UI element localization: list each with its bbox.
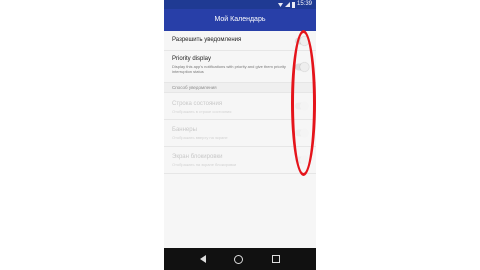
- setting-description: Display this app's notifications with pr…: [172, 64, 286, 74]
- wifi-icon: [277, 3, 283, 7]
- setting-allow-notifications[interactable]: Разрешить уведомления: [164, 31, 316, 51]
- setting-title: Строка состояния: [172, 101, 223, 107]
- setting-description: Отображать на экране блокировки: [172, 162, 237, 167]
- setting-title: Баннеры: [172, 127, 197, 133]
- battery-icon: [291, 1, 295, 8]
- red-annotation-ellipse: [291, 30, 316, 176]
- status-bar: 15:39: [164, 0, 316, 9]
- navigation-bar: [164, 248, 316, 270]
- status-time: 15:39: [296, 1, 312, 7]
- setting-title: Экран блокировки: [172, 154, 223, 160]
- home-icon[interactable]: [234, 254, 244, 264]
- page-title: Мой Календарь: [214, 16, 266, 23]
- signal-icon: [284, 2, 290, 7]
- app-bar: Мой Календарь: [164, 9, 316, 31]
- back-icon[interactable]: [200, 255, 207, 263]
- setting-title: Разрешить уведомления: [172, 37, 242, 43]
- setting-description: Отображать в строке состояния: [172, 109, 232, 114]
- setting-title: Priority display: [172, 56, 212, 62]
- status-icons: 15:39: [277, 0, 312, 9]
- setting-description: Отображать вверху на экране: [172, 135, 228, 140]
- recent-apps-icon[interactable]: [271, 255, 280, 263]
